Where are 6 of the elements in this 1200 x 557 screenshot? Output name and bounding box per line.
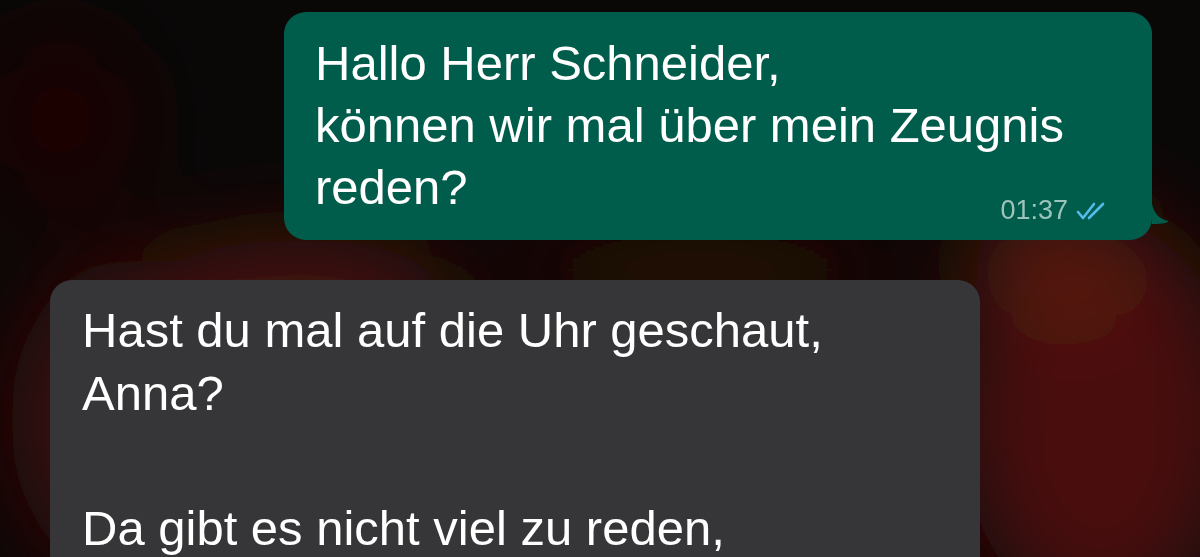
message-text: Da gibt es nicht viel zu reden, (82, 501, 725, 555)
message-text: Hast du mal auf die Uhr geschaut, Anna? (82, 302, 823, 422)
message-line: reden? (315, 159, 468, 216)
message-time: 01:37 (1000, 195, 1068, 226)
message-line: können wir mal über mein Zeugnis (315, 97, 1064, 154)
message-line: Hallo Herr Schneider, (315, 35, 781, 92)
